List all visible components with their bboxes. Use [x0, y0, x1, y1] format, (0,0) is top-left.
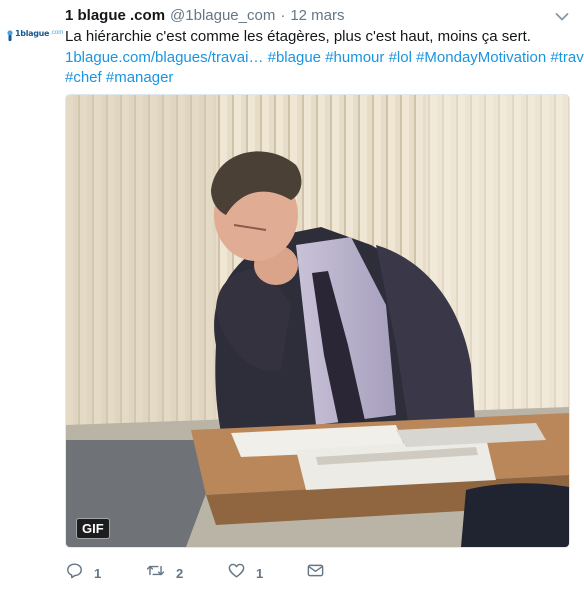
retweet-count: 2: [176, 565, 184, 581]
tweet[interactable]: 1blague .com 1 blague .com @1blague_com ·…: [0, 0, 584, 591]
direct-message-icon: [306, 561, 325, 585]
like-icon: [227, 561, 246, 585]
tweet-header: 1 blague .com @1blague_com · 12 mars: [65, 7, 345, 25]
tweet-text: La hiérarchie c'est comme les étagères, …: [65, 27, 584, 89]
avatar-logo-domain: .com: [50, 30, 64, 36]
hashtag-mondaymotivation[interactable]: #MondayMotivation: [416, 49, 546, 66]
like-count: 1: [256, 565, 264, 581]
tweet-link[interactable]: 1blague.com/blagues/travai…: [65, 49, 263, 66]
author-handle[interactable]: @1blague_com: [170, 7, 275, 24]
tweet-body: La hiérarchie c'est comme les étagères, …: [65, 28, 531, 45]
hashtag-lol[interactable]: #lol: [389, 49, 412, 66]
hashtag-chef[interactable]: #chef: [65, 69, 102, 86]
hashtag-blague[interactable]: #blague: [268, 49, 321, 66]
tweet-date[interactable]: 12 mars: [290, 7, 344, 24]
hashtag-humour[interactable]: #humour: [325, 49, 384, 66]
direct-message-button[interactable]: [306, 563, 325, 583]
separator-dot: ·: [280, 7, 286, 24]
gif-media[interactable]: GIF: [65, 94, 570, 548]
reply-button[interactable]: 1: [65, 563, 101, 583]
like-button[interactable]: 1: [227, 563, 263, 583]
gif-badge: GIF: [76, 518, 110, 539]
avatar-logo-icon: [6, 28, 14, 41]
reply-icon: [65, 561, 84, 585]
tweet-actions: 1 2 1: [65, 563, 365, 583]
hashtag-manager[interactable]: #manager: [106, 69, 174, 86]
retweet-icon: [145, 561, 166, 585]
avatar[interactable]: 1blague .com: [6, 26, 63, 41]
caret-down-icon[interactable]: [555, 9, 569, 21]
reply-count: 1: [94, 565, 102, 581]
gif-frame-image: [66, 95, 569, 547]
author-name[interactable]: 1 blague .com: [65, 7, 165, 24]
avatar-logo-text: 1blague: [15, 28, 50, 38]
retweet-button[interactable]: 2: [145, 563, 183, 583]
hashtag-travail[interactable]: #travail: [550, 49, 584, 66]
